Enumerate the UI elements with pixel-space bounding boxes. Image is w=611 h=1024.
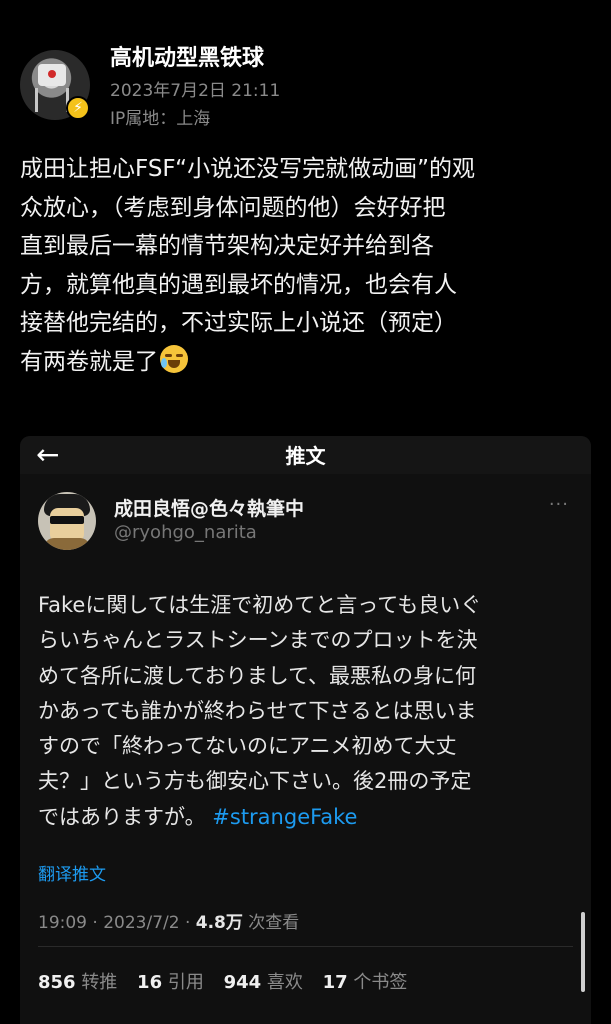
post-text-line: 众放心，（考虑到身体问题的他）会好好把: [20, 194, 446, 221]
tweet-views-count: 4.8万: [195, 913, 243, 933]
likes-stat[interactable]: 944 喜欢: [224, 972, 303, 993]
retweets-count: 856: [38, 972, 76, 993]
post-body: 成田让担心FSF“小说还没写完就做动画”的观 众放心，（考虑到身体问题的他）会好…: [20, 150, 595, 381]
embed-title: 推文: [285, 444, 326, 468]
embed-topbar: ← 推文: [20, 436, 591, 474]
tweet-meta: 19:09 · 2023/7/2 · 4.8万 次查看: [38, 908, 299, 933]
lightning-icon: ⚡: [66, 96, 90, 120]
divider: [38, 946, 573, 947]
crying-laughing-emoji-icon: [160, 344, 188, 373]
tweet-text-line: らいちゃんとラストシーンまでのプロットを決: [38, 628, 478, 653]
post-text-line-last: 有两卷就是了: [20, 343, 595, 382]
tweet-author-name[interactable]: 成田良悟@色々執筆中: [114, 494, 304, 521]
tweet-text-line: 夫？」という方も御安心下さい。後2冊の予定: [38, 769, 472, 794]
robot-legs-shape: [35, 88, 69, 112]
post-header: ⚡ 高机动型黑铁球 2023年7月2日 21:11 IP属地：上海: [20, 40, 590, 130]
quotes-stat[interactable]: 16 引用: [137, 972, 204, 993]
post-text-line: 成田让担心FSF“小说还没写完就做动画”的观: [20, 156, 475, 182]
bookmarks-count: 17: [322, 972, 348, 993]
scrollbar-thumb[interactable]: [581, 912, 585, 992]
post-text-line: 方，就算他真的遇到最坏的情况，也会有人: [20, 271, 457, 298]
tweet-text-line: ではありますが。: [38, 804, 206, 829]
post-date: 2023年7月2日 21:11: [110, 81, 281, 101]
tweet-views-label: 次查看: [242, 913, 300, 933]
tweet-text: Fakeに関しては生涯で初めてと言っても良いぐ らいちゃんとラストシーンまでのプ…: [38, 588, 578, 835]
tweet-timestamp: 19:09 · 2023/7/2 ·: [38, 913, 196, 933]
post-location: IP属地：上海: [110, 109, 211, 129]
tweet-author-handle[interactable]: @ryohgo_narita: [114, 522, 257, 543]
bookmarks-stat[interactable]: 17 个书签: [323, 972, 408, 993]
tweet-text-line-last: ではありますが。 #strangeFake: [38, 800, 578, 835]
more-options-icon[interactable]: ···: [549, 494, 569, 515]
quotes-label: 引用: [167, 972, 204, 993]
likes-label: 喜欢: [266, 972, 303, 993]
tweet-text-line: かあっても誰かが終わらせて下さるとは思いま: [38, 698, 477, 723]
robot-eye-shape: [48, 70, 56, 78]
retweets-stat[interactable]: 856 转推: [38, 972, 117, 993]
tweet-stats: 856 转推 16 引用 944 喜欢 17 个书签: [38, 968, 421, 994]
bookmarks-label: 个书签: [353, 972, 408, 993]
post-text-line: 直到最后一幕的情节架构决定好并给到各: [20, 233, 434, 259]
translate-tweet-link[interactable]: 翻译推文: [38, 860, 106, 885]
hashtag-link[interactable]: #strangeFake: [212, 805, 357, 829]
tweet-author-avatar[interactable]: [38, 492, 96, 550]
quotes-count: 16: [137, 972, 163, 993]
retweets-label: 转推: [81, 972, 118, 993]
tweet-text-line: Fakeに関しては生涯で初めてと言っても良いぐ: [38, 593, 482, 617]
likes-count: 944: [223, 972, 262, 993]
post-text-line: 接替他完结的，不过实际上小说还（预定）: [20, 310, 457, 336]
embedded-tweet-screenshot[interactable]: ← 推文 成田良悟@色々執筆中 @ryohgo_narita ··· Fakeに…: [20, 436, 591, 1024]
post-text-line: 有两卷就是了: [20, 348, 158, 375]
username[interactable]: 高机动型黑铁球: [110, 40, 264, 72]
tweet-text-line: すので「終わってないのにアニメ初めて大丈: [38, 734, 457, 759]
tweet-text-line: めて各所に渡しておりまして、最悪私の身に何: [38, 663, 477, 688]
